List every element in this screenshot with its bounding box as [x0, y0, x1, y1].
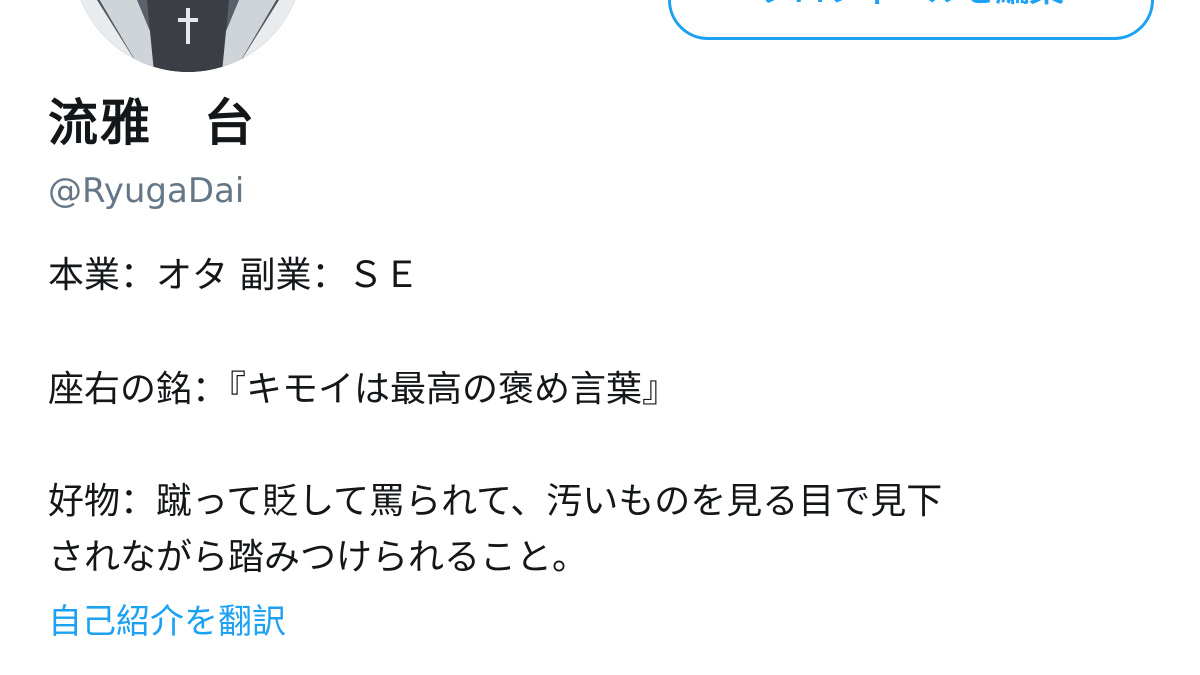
screen-name: @RyugaDai [48, 171, 245, 211]
avatar[interactable] [72, 0, 304, 72]
edit-profile-button[interactable]: プロフィールを編集 [668, 0, 1154, 40]
bio-line-occupation: 本業：オタ 副業：ＳＥ [48, 255, 420, 296]
bio-line-likes: 好物：蹴って貶して罵られて、汚いものを見る目で見下 [48, 481, 943, 522]
avatar-image [72, 0, 304, 72]
bio-line-likes-continued: されながら踏みつけられること。 [48, 537, 589, 578]
bio-line-motto: 座右の銘：『キモイは最高の褒め言葉』 [48, 369, 679, 410]
display-name: 流雅 台 [48, 94, 256, 152]
translate-bio-link[interactable]: 自己紹介を翻訳 [48, 596, 286, 648]
